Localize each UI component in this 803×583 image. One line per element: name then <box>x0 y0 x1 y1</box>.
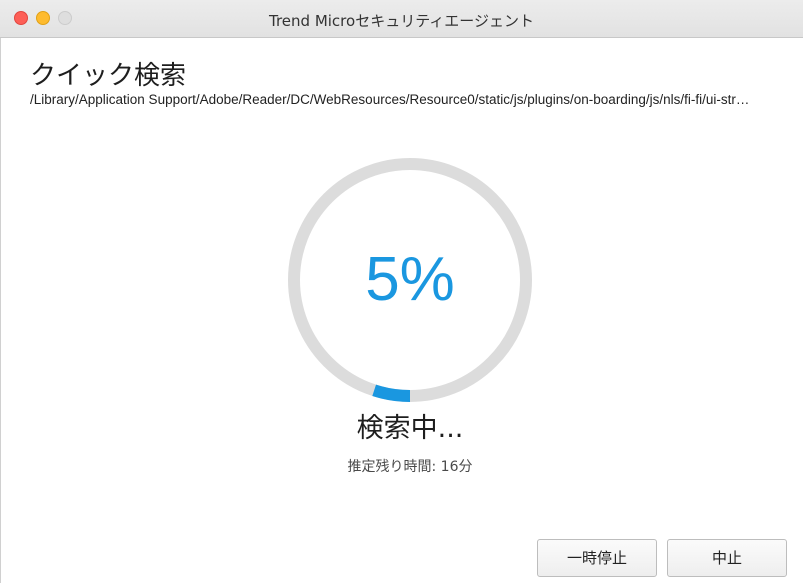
current-scan-path: /Library/Application Support/Adobe/Reade… <box>30 92 750 107</box>
progress-percent: 5% <box>365 245 455 314</box>
title-bar: Trend Microセキュリティエージェント <box>0 0 803 38</box>
stop-button[interactable]: 中止 <box>667 539 787 577</box>
window-border <box>0 38 1 583</box>
window-title: Trend Microセキュリティエージェント <box>269 12 534 30</box>
remaining-time: 推定残り時間: 16分 <box>347 459 473 475</box>
scan-status: 検索中... <box>356 413 464 444</box>
page-title: クイック検索 <box>30 61 187 91</box>
scan-window: Trend Microセキュリティエージェント クイック検索 /Library/… <box>0 0 803 583</box>
pause-button[interactable]: 一時停止 <box>537 539 657 577</box>
